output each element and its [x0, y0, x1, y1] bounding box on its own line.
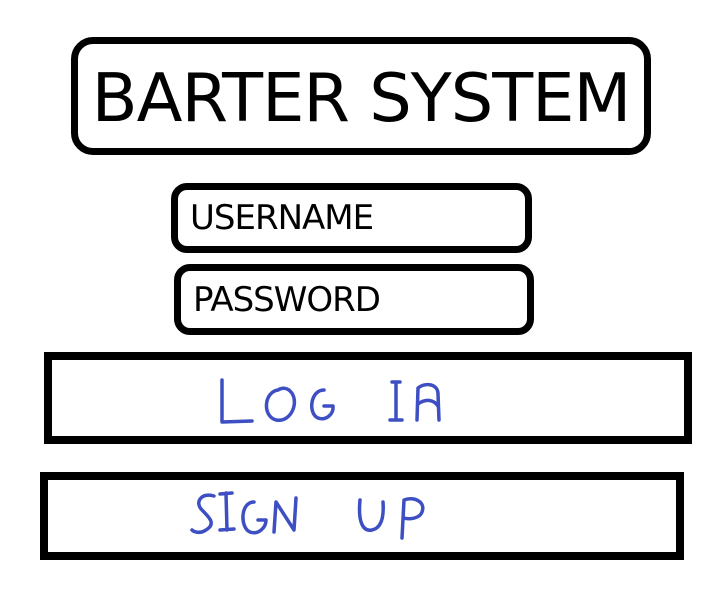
signup-button-label — [190, 491, 425, 540]
app-title-box: BARTER SYSTEM — [71, 37, 651, 155]
app-title: BARTER SYSTEM — [91, 58, 632, 137]
login-button-label — [220, 378, 441, 424]
password-placeholder: PASSWORD — [193, 279, 381, 320]
login-button[interactable] — [44, 352, 692, 444]
signup-button[interactable] — [40, 472, 684, 560]
username-placeholder: USERNAME — [190, 198, 374, 238]
password-field[interactable]: PASSWORD — [174, 264, 534, 335]
username-field[interactable]: USERNAME — [171, 183, 532, 253]
